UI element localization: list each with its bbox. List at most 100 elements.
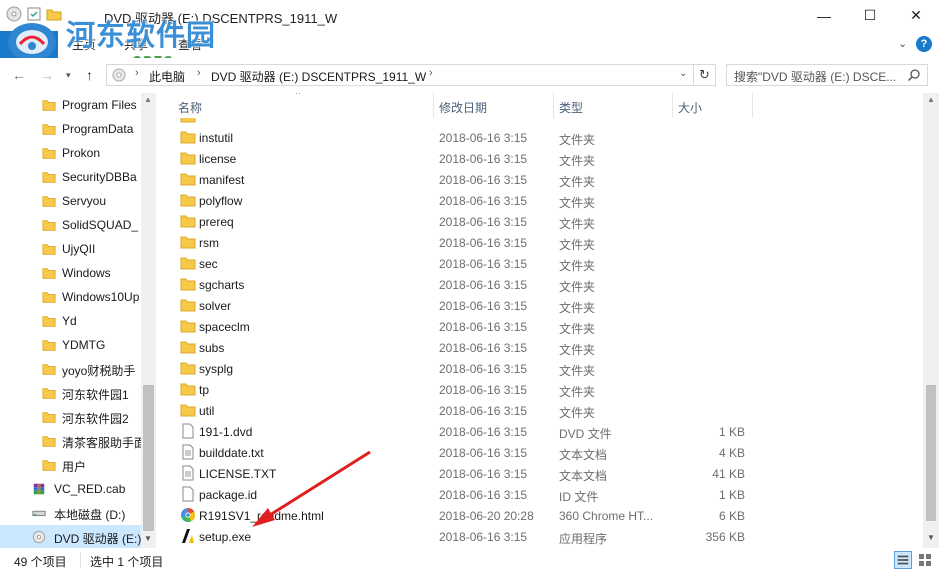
item-count: 49 个项目 <box>14 555 67 569</box>
cell-size: 41 KB <box>712 467 745 481</box>
help-icon[interactable]: ? <box>916 36 932 52</box>
recent-locations-chevron-icon[interactable]: ▾ <box>66 70 71 81</box>
table-row[interactable]: setup.exe 2018-06-16 3:15 应用程序 356 KB <box>156 526 756 547</box>
column-type[interactable]: 类型 <box>559 99 583 116</box>
nav-item[interactable]: SolidSQUAD_ <box>0 213 141 237</box>
nav-item[interactable]: Program Files <box>0 93 141 117</box>
column-name[interactable]: 名称 <box>178 99 202 116</box>
table-row[interactable]: sec 2018-06-16 3:15 文件夹 <box>156 253 756 274</box>
text-file-icon <box>182 444 194 460</box>
new-folder-icon[interactable] <box>46 6 62 22</box>
file-list-scrollbar[interactable]: ▲ ▼ <box>923 93 939 548</box>
scrollbar-thumb[interactable] <box>926 385 936 521</box>
table-row[interactable]: LICENSE.TXT 2018-06-16 3:15 文本文档 41 KB <box>156 463 756 484</box>
scrollbar-thumb[interactable] <box>143 385 154 531</box>
table-row[interactable]: sgcharts 2018-06-16 3:15 文件夹 <box>156 274 756 295</box>
table-row[interactable]: solver 2018-06-16 3:15 文件夹 <box>156 295 756 316</box>
folder-icon <box>180 173 196 186</box>
table-row[interactable]: 191-1.dvd 2018-06-16 3:15 DVD 文件 1 KB <box>156 421 756 442</box>
search-input[interactable]: 搜索"DVD 驱动器 (E:) DSCE... <box>726 64 928 86</box>
table-row[interactable]: subs 2018-06-16 3:15 文件夹 <box>156 337 756 358</box>
nav-item[interactable]: Windows <box>0 261 141 285</box>
table-row[interactable]: polyflow 2018-06-16 3:15 文件夹 <box>156 190 756 211</box>
cell-date: 2018-06-16 3:15 <box>439 278 528 292</box>
search-icon[interactable] <box>907 68 921 82</box>
expand-ribbon-icon[interactable]: ⌄ <box>898 37 907 50</box>
nav-item[interactable]: ProgramData <box>0 117 141 141</box>
breadcrumb-separator[interactable]: › <box>135 67 139 79</box>
table-row[interactable]: builddate.txt 2018-06-16 3:15 文本文档 4 KB <box>156 442 756 463</box>
breadcrumb-separator[interactable]: › <box>197 67 201 79</box>
back-arrow-icon[interactable]: ← <box>12 67 26 83</box>
breadcrumb-drive[interactable]: DVD 驱动器 (E:) DSCENTPRS_1911_W <box>211 68 426 85</box>
nav-item[interactable]: VC_RED.cab <box>0 477 141 501</box>
scroll-down-icon[interactable]: ▼ <box>144 534 152 543</box>
nav-scrollbar[interactable]: ▲ ▼ <box>141 93 156 548</box>
address-bar[interactable]: › 此电脑 › DVD 驱动器 (E:) DSCENTPRS_1911_W › … <box>106 64 694 86</box>
cell-date: 2018-06-16 3:15 <box>439 257 528 271</box>
folder-icon <box>180 131 196 144</box>
address-dropdown-icon[interactable]: ⌄ <box>679 68 687 79</box>
cell-type: 文件夹 <box>559 301 596 315</box>
details-view-icon[interactable] <box>894 551 912 569</box>
large-icons-view-icon[interactable] <box>916 551 934 569</box>
table-row[interactable]: license 2018-06-16 3:15 文件夹 <box>156 148 756 169</box>
up-arrow-icon[interactable]: ↑ <box>86 67 93 83</box>
nav-item[interactable]: Servyou <box>0 189 141 213</box>
nav-item[interactable]: UjyQII <box>0 237 141 261</box>
nav-item[interactable]: 清茶客服助手面 <box>0 429 141 453</box>
cell-date: 2018-06-16 3:15 <box>439 467 528 481</box>
table-row[interactable]: package.id 2018-06-16 3:15 ID 文件 1 KB <box>156 484 756 505</box>
refresh-button[interactable]: ↻ <box>694 64 716 86</box>
tab-share[interactable]: 共享 <box>124 36 148 53</box>
table-row[interactable]: spaceclm 2018-06-16 3:15 文件夹 <box>156 316 756 337</box>
folder-icon <box>180 152 196 165</box>
column-size[interactable]: 大小 <box>678 99 702 116</box>
nav-item[interactable]: 用户 <box>0 453 141 477</box>
table-row[interactable]: sysplg 2018-06-16 3:15 文件夹 <box>156 358 756 379</box>
scroll-up-icon[interactable]: ▲ <box>927 95 935 104</box>
table-row[interactable]: tp 2018-06-16 3:15 文件夹 <box>156 379 756 400</box>
nav-item[interactable]: Windows10Up <box>0 285 141 309</box>
table-row[interactable]: util 2018-06-16 3:15 文件夹 <box>156 400 756 421</box>
folder-icon <box>42 436 56 447</box>
nav-item[interactable]: YDMTG <box>0 333 141 357</box>
nav-item[interactable]: Yd <box>0 309 141 333</box>
maximize-button[interactable]: ☐ <box>847 0 893 31</box>
properties-icon[interactable] <box>26 6 42 22</box>
tab-home[interactable]: 主页 <box>72 36 96 53</box>
table-row-partial[interactable] <box>156 118 756 127</box>
nav-item[interactable]: DVD 驱动器 (E:) <box>0 525 141 548</box>
column-date[interactable]: 修改日期 <box>439 99 487 116</box>
cell-type: ID 文件 <box>559 490 599 504</box>
cell-date: 2018-06-16 3:15 <box>439 362 528 376</box>
tab-view[interactable]: 查看 <box>178 36 202 53</box>
cell-type: DVD 文件 <box>559 427 612 441</box>
file-icon <box>182 423 194 439</box>
table-row[interactable]: instutil 2018-06-16 3:15 文件夹 <box>156 127 756 148</box>
scroll-down-icon[interactable]: ▼ <box>927 533 935 542</box>
nav-item[interactable]: 河东软件园2 <box>0 405 141 429</box>
table-row[interactable]: R191SV1_readme.html 2018-06-20 20:28 360 C… <box>156 505 756 526</box>
nav-item[interactable]: 本地磁盘 (D:) <box>0 501 141 525</box>
nav-item[interactable]: Prokon <box>0 141 141 165</box>
close-button[interactable]: ✕ <box>893 0 939 31</box>
column-header: ^ 名称 修改日期 类型 大小 <box>156 93 923 118</box>
tab-file[interactable]: 文件 <box>0 31 58 58</box>
nav-item[interactable]: 河东软件园1 <box>0 381 141 405</box>
table-row[interactable]: rsm 2018-06-16 3:15 文件夹 <box>156 232 756 253</box>
table-row[interactable]: prereq 2018-06-16 3:15 文件夹 <box>156 211 756 232</box>
nav-item[interactable]: SecurityDBBa <box>0 165 141 189</box>
breadcrumb-separator[interactable]: › <box>429 67 433 79</box>
forward-arrow-icon[interactable]: → <box>40 67 54 83</box>
nav-item-label: UjyQII <box>62 242 96 256</box>
cell-name: spaceclm <box>199 320 250 334</box>
cell-type: 应用程序 <box>559 532 608 546</box>
cell-name: builddate.txt <box>199 446 264 460</box>
folder-icon <box>180 194 196 207</box>
scroll-up-icon[interactable]: ▲ <box>144 95 152 104</box>
table-row[interactable]: manifest 2018-06-16 3:15 文件夹 <box>156 169 756 190</box>
breadcrumb-this-pc[interactable]: 此电脑 <box>149 68 185 85</box>
minimize-button[interactable]: — <box>801 0 847 31</box>
nav-item[interactable]: yoyo财税助手 <box>0 357 141 381</box>
